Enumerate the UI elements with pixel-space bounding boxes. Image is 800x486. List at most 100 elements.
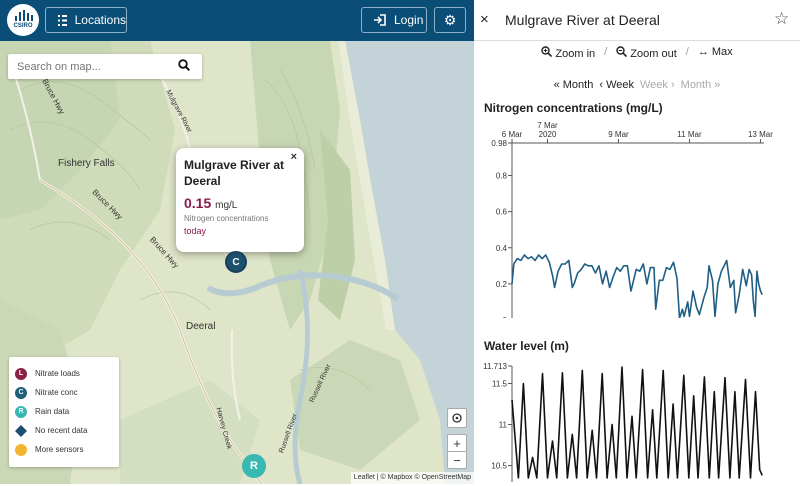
- rain-data-icon: R: [15, 405, 27, 418]
- legend-label: Rain data: [35, 407, 70, 416]
- panel-header: × Mulgrave River at Deeral ☆: [474, 0, 800, 41]
- star-icon[interactable]: ☆: [774, 9, 789, 29]
- x-tick-sublabel: 2020: [539, 130, 557, 139]
- legend-item-more-sensors: More sensors: [15, 440, 113, 459]
- list-icon: [58, 14, 67, 26]
- y-tick-label: 0: [503, 316, 508, 318]
- station-popup: × Mulgrave River at Deeral 0.15 mg/L Nit…: [176, 148, 304, 252]
- search-input[interactable]: [8, 60, 173, 73]
- map-label-deeral: Deeral: [186, 321, 216, 332]
- nitrogen-chart[interactable]: 0 0.2 0.4 0.6 0.8 0.986 Mar 7 Mar2020 9 Mar 11 M…: [474, 118, 800, 318]
- gear-icon: ⚙: [443, 11, 457, 28]
- month-back-label: Month: [562, 79, 594, 91]
- popup-title: Mulgrave River at Deeral: [184, 158, 285, 188]
- double-chevron-right-icon: »: [714, 79, 721, 91]
- y-tick-label: 11.5: [492, 379, 508, 388]
- y-tick-label: 0.6: [496, 208, 508, 217]
- zoom-in-label: Zoom in: [555, 48, 596, 60]
- popup-value-unit: mg/L: [215, 200, 238, 211]
- y-tick-label: 0.98: [491, 139, 507, 148]
- popup-value: 0.15 mg/L: [184, 195, 296, 211]
- y-tick-label: 0.2: [496, 280, 508, 289]
- locate-button[interactable]: [447, 408, 467, 428]
- csiro-logo[interactable]: CSIRO: [7, 4, 39, 36]
- week-forward-button[interactable]: Week ›: [640, 79, 675, 91]
- y-tick-label: 11: [499, 421, 508, 430]
- login-button[interactable]: Login: [361, 7, 427, 33]
- logo-text: CSIRO: [13, 23, 33, 29]
- zoom-out-button[interactable]: −: [447, 451, 467, 469]
- map-attribution[interactable]: Leaflet | © Mapbox © OpenStreetMap: [350, 472, 474, 484]
- map-label-fishery-falls: Fishery Falls: [58, 158, 115, 169]
- locations-button[interactable]: Locations: [45, 7, 127, 33]
- chevron-left-icon: ‹: [599, 79, 604, 91]
- water-level-chart-title: Water level (m): [484, 339, 569, 353]
- month-forward-label: Month: [680, 79, 712, 91]
- login-icon: [374, 14, 386, 26]
- crosshair-icon: [452, 413, 462, 423]
- nitrate-loads-icon: L: [15, 367, 27, 380]
- search-icon[interactable]: [173, 59, 195, 74]
- diamond-icon: [15, 424, 27, 437]
- legend-label: Nitrate loads: [35, 369, 80, 378]
- legend-label: More sensors: [35, 445, 84, 454]
- nitrate-conc-marker[interactable]: C: [225, 251, 247, 273]
- legend-item-no-recent-data: No recent data: [15, 421, 113, 440]
- settings-button[interactable]: ⚙: [434, 7, 466, 33]
- map-legend: L Nitrate loads C Nitrate conc R Rain da…: [9, 357, 119, 467]
- legend-item-nitrate-loads: L Nitrate loads: [15, 364, 113, 383]
- time-navigation: « Month ‹ Week Week › Month »: [474, 79, 800, 91]
- popup-close-icon[interactable]: ×: [291, 151, 297, 163]
- popup-metric: Nitrogen concentrations: [184, 214, 269, 223]
- zoom-out-icon: [616, 46, 628, 58]
- top-navbar: CSIRO Locations Login ⚙: [0, 0, 474, 41]
- y-tick-label: 0.8: [496, 172, 508, 181]
- separator: /: [685, 46, 689, 58]
- max-label: Max: [711, 46, 733, 58]
- week-back-label: Week: [606, 79, 634, 91]
- x-tick-label: 6 Mar: [502, 130, 523, 139]
- popup-value-number: 0.15: [184, 195, 212, 211]
- logo-bars-icon: [15, 10, 33, 21]
- more-sensors-icon: [15, 443, 27, 456]
- x-tick-label: 11 Mar: [677, 130, 702, 139]
- y-tick-label: 10.5: [491, 462, 507, 471]
- x-tick-label: 7 Mar: [537, 121, 558, 130]
- zoom-in-link[interactable]: Zoom in: [541, 46, 595, 60]
- zoom-in-button[interactable]: +: [447, 434, 467, 452]
- separator: /: [604, 46, 608, 58]
- nitrogen-chart-title: Nitrogen concentrations (mg/L): [484, 101, 663, 115]
- panel-title: Mulgrave River at Deeral: [505, 12, 660, 28]
- rain-data-marker[interactable]: R: [242, 454, 266, 478]
- water-level-chart[interactable]: 10.5 11 11.5 11.713: [474, 356, 800, 486]
- arrows-horizontal-icon: ↔: [697, 46, 709, 58]
- zoom-out-label: Zoom out: [630, 48, 677, 60]
- y-tick-label: 0.4: [496, 244, 508, 253]
- close-icon[interactable]: ×: [480, 11, 489, 28]
- week-back-button[interactable]: ‹ Week: [599, 79, 634, 91]
- x-tick-label: 9 Mar: [608, 130, 629, 139]
- series-line: [511, 254, 763, 318]
- max-link[interactable]: ↔ Max: [698, 46, 733, 60]
- map-view[interactable]: Fishery Falls Deeral Bruce Hwy Bruce Hwy…: [0, 0, 474, 484]
- series-line: [511, 366, 763, 479]
- legend-label: No recent data: [35, 426, 88, 435]
- y-tick-label: 11.713: [483, 362, 507, 371]
- legend-item-rain-data: R Rain data: [15, 402, 113, 421]
- x-tick-label: 13 Mar: [748, 130, 773, 139]
- legend-item-nitrate-conc: C Nitrate conc: [15, 383, 113, 402]
- login-label: Login: [394, 13, 424, 27]
- zoom-out-link[interactable]: Zoom out: [616, 46, 677, 60]
- month-back-button[interactable]: « Month: [554, 79, 594, 91]
- zoom-controls: Zoom in / Zoom out / ↔ Max: [474, 46, 800, 60]
- station-panel: × Mulgrave River at Deeral ☆ Zoom in / Z…: [474, 0, 800, 484]
- map-search: [8, 54, 202, 79]
- week-forward-label: Week: [640, 79, 668, 91]
- month-forward-button[interactable]: Month »: [681, 79, 721, 91]
- locations-label: Locations: [74, 13, 126, 27]
- zoom-in-icon: [541, 46, 553, 58]
- popup-time: today: [184, 226, 207, 236]
- legend-label: Nitrate conc: [35, 388, 78, 397]
- chevron-right-icon: ›: [670, 79, 675, 91]
- nitrate-conc-icon: C: [15, 386, 27, 399]
